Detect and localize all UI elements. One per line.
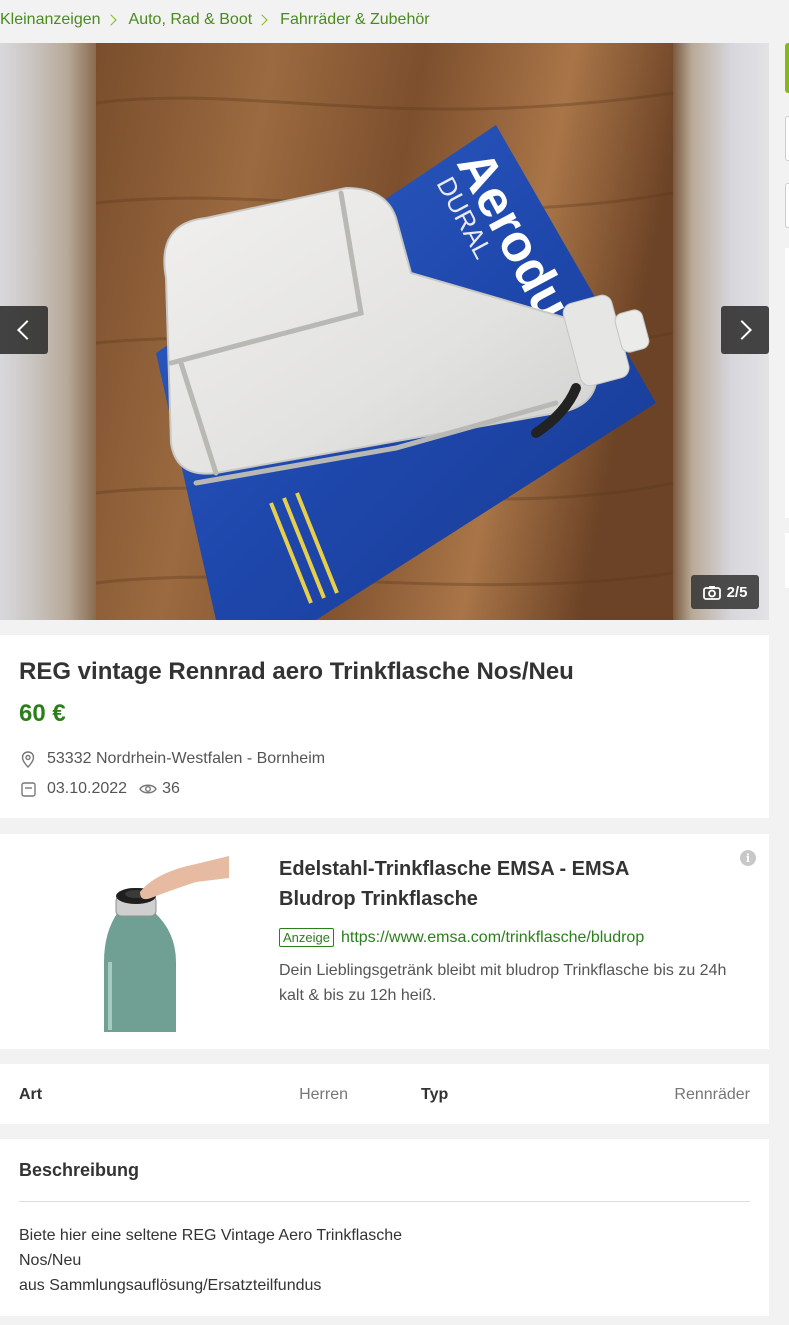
attribute-label-typ: Typ (421, 1086, 449, 1103)
listing-price: 60 € (19, 700, 66, 727)
sidebar-panel (785, 248, 789, 518)
listing-info-card: REG vintage Rennrad aero Trinkflasche No… (0, 635, 769, 818)
sidebar-action-button[interactable] (785, 183, 789, 228)
chevron-right-icon (732, 320, 752, 340)
ad-product-image[interactable] (96, 852, 229, 1032)
attribute-label-art: Art (19, 1086, 43, 1103)
calendar-icon (19, 780, 37, 798)
listing-views: 36 (139, 780, 180, 798)
listing-photo[interactable]: Aerodu DURAL (96, 43, 673, 620)
ad-title[interactable]: Edelstahl-Trinkflasche EMSA - EMSA Bludr… (279, 854, 699, 914)
breadcrumb: Kleinanzeigen Auto, Rad & Boot Fahrräder… (0, 0, 430, 40)
description-heading: Beschreibung (19, 1160, 140, 1180)
info-icon[interactable]: i (740, 850, 756, 866)
description-line: aus Sammlungsauflösung/Ersatzteilfundus (19, 1277, 322, 1294)
listing-title: REG vintage Rennrad aero Trinkflasche No… (19, 658, 574, 685)
camera-icon (702, 585, 721, 600)
chevron-left-icon (17, 320, 37, 340)
attribute-value-typ: Rennräder (674, 1086, 750, 1103)
image-gallery[interactable]: Aerodu DURAL 2/5 (0, 43, 769, 620)
ad-url-link[interactable]: https://www.emsa.com/trinkflasche/bludro… (341, 929, 644, 947)
description-line: Nos/Neu (19, 1252, 82, 1269)
listing-date-views: 03.10.2022 36 (19, 780, 180, 798)
description-line: Biete hier eine seltene REG Vintage Aero… (19, 1227, 403, 1244)
ad-badge: Anzeige (279, 928, 334, 947)
divider (19, 1201, 750, 1202)
listing-location: 53332 Nordrhein-Westfalen - Bornheim (19, 750, 325, 768)
sidebar-contact-button[interactable] (785, 43, 789, 93)
listing-date: 03.10.2022 (47, 780, 128, 797)
ad-url-row: Anzeige https://www.emsa.com/trinkflasch… (279, 928, 644, 947)
description-text: Biete hier eine seltene REG Vintage Aero… (19, 1223, 402, 1298)
attribute-value-art: Herren (299, 1086, 348, 1103)
listing-views-count: 36 (162, 780, 180, 797)
chevron-right-icon (256, 14, 268, 26)
eye-icon (139, 780, 157, 798)
description-card: Beschreibung Biete hier eine seltene REG… (0, 1139, 769, 1316)
breadcrumb-item-auto-rad-boot[interactable]: Auto, Rad & Boot (129, 11, 253, 29)
ad-description: Dein Lieblingsgetränk bleibt mit bludrop… (279, 962, 727, 1004)
location-pin-icon (19, 750, 37, 768)
previous-image-button[interactable] (0, 306, 48, 354)
chevron-right-icon (104, 14, 117, 26)
sidebar-action-button[interactable] (785, 116, 789, 161)
sponsored-ad-card[interactable]: Edelstahl-Trinkflasche EMSA - EMSA Bludr… (0, 834, 769, 1049)
breadcrumb-item-fahrraeder[interactable]: Fahrräder & Zubehör (280, 11, 429, 29)
attributes-card: Art Herren Typ Rennräder (0, 1064, 769, 1124)
image-counter: 2/5 (691, 575, 759, 609)
next-image-button[interactable] (721, 306, 769, 354)
listing-location-text: 53332 Nordrhein-Westfalen - Bornheim (47, 750, 326, 767)
image-counter-text: 2/5 (726, 583, 748, 601)
breadcrumb-item-kleinanzeigen[interactable]: Kleinanzeigen (0, 11, 101, 29)
sidebar-panel (785, 533, 789, 588)
